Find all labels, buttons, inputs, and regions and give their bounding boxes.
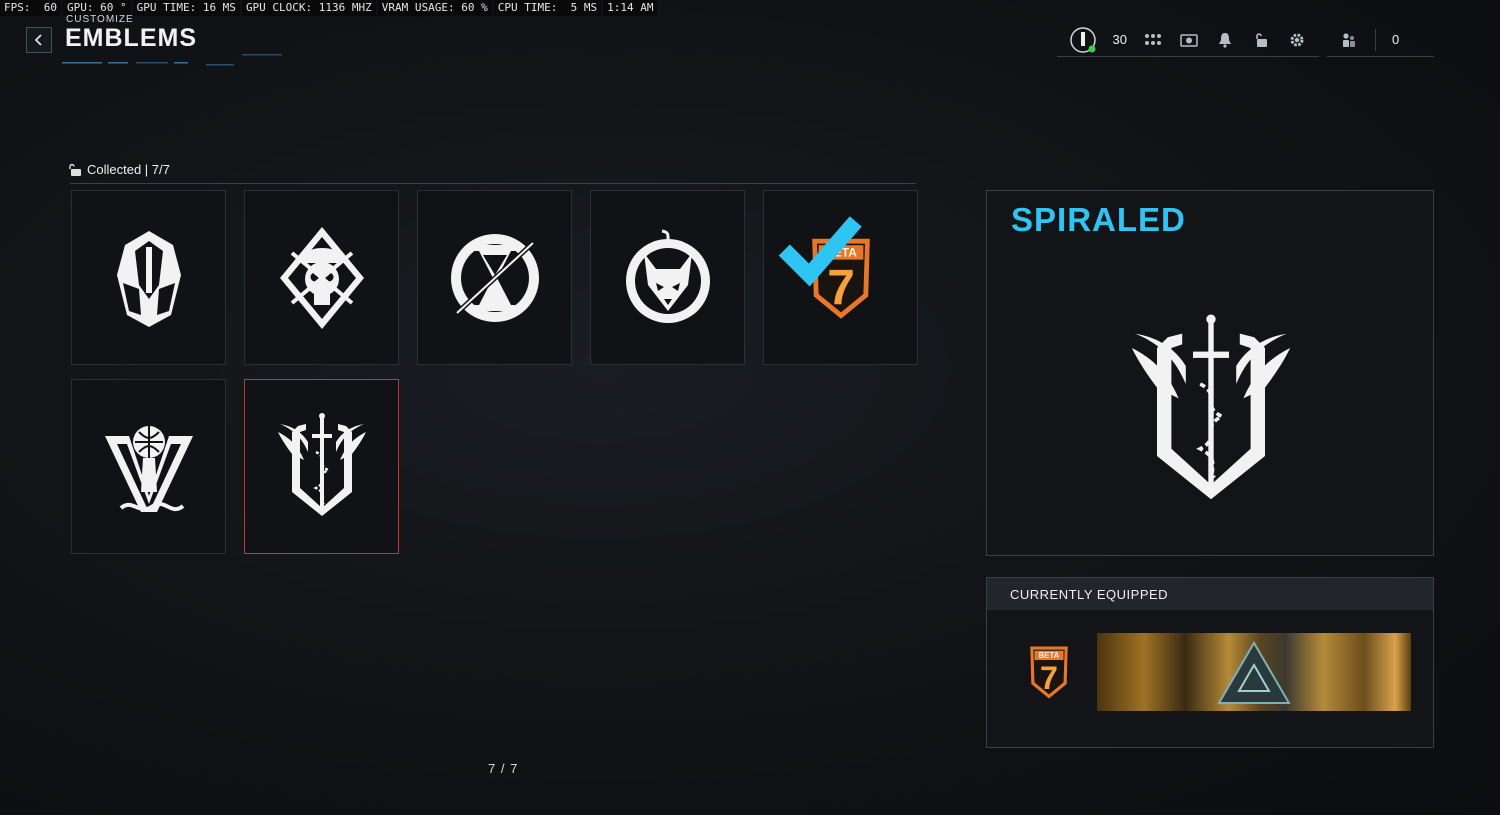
back-button[interactable] [26, 27, 52, 53]
globe-emblem-icon [104, 425, 193, 512]
camera-icon[interactable] [1179, 30, 1199, 50]
winged-sword-emblem-icon [1131, 314, 1291, 500]
bell-icon[interactable] [1215, 30, 1235, 50]
beta7-emblem-icon: BETA 7 [1030, 646, 1068, 699]
hourglass-emblem-icon [450, 233, 539, 322]
apps-grid-icon[interactable] [1143, 30, 1163, 50]
divider [70, 183, 916, 184]
triangle-emblem-icon [1217, 641, 1291, 704]
emblem-name: SPIRALED [1011, 201, 1186, 238]
skull-emblem-icon [279, 226, 364, 329]
cpu-time-readout: CPU TIME: 5 MS [493, 0, 602, 16]
unlock-icon [69, 163, 81, 176]
beta-label: BETA [1039, 651, 1060, 660]
emblem-tile-skull[interactable] [244, 190, 399, 365]
divider [1375, 28, 1376, 51]
emblem-tile-beta7[interactable]: BETA 7 [763, 190, 918, 365]
collected-count: Collected | 7/7 [87, 162, 170, 177]
equipped-header: CURRENTLY EQUIPPED [987, 578, 1433, 610]
beta-number: 7 [1040, 660, 1058, 696]
emblem-detail-panel: SPIRALED [986, 190, 1434, 556]
chevron-left-icon [34, 34, 42, 46]
page-title: EMBLEMS [65, 24, 197, 52]
top-bar: 30 0 [1056, 24, 1434, 57]
unlock-icon[interactable] [1251, 30, 1271, 50]
winged-sword-emblem-icon [277, 412, 366, 516]
status-group: 30 [1056, 24, 1319, 57]
vram-readout: VRAM USAGE: 60 % [377, 0, 492, 16]
collection-header: Collected | 7/7 [68, 162, 170, 177]
pagination: 7 / 7 [488, 761, 519, 776]
emblem-tile-globe[interactable] [71, 379, 226, 554]
emblem-tile-hourglass[interactable] [417, 190, 572, 365]
currently-equipped-panel: CURRENTLY EQUIPPED BETA 7 [986, 577, 1434, 748]
fps-readout: FPS: 60 [0, 0, 61, 16]
emblem-tile-spiraled[interactable] [244, 379, 399, 554]
emblem-tile-wolf[interactable] [590, 190, 745, 365]
emblem-tile-helmet[interactable] [71, 190, 226, 365]
header-decoration [62, 54, 282, 66]
helmet-emblem-icon [116, 230, 181, 327]
equipped-calling-card[interactable] [1097, 633, 1411, 711]
gear-icon[interactable] [1287, 30, 1307, 50]
player-count: 30 [1112, 32, 1127, 47]
check-icon [778, 216, 862, 287]
wolf-emblem-icon [625, 229, 710, 323]
player-status-icon[interactable] [1069, 26, 1097, 54]
party-group: 0 [1327, 24, 1434, 57]
gpu-clock-readout: GPU CLOCK: 1136 MHZ [241, 0, 376, 16]
gpu-time-readout: GPU TIME: 16 MS [132, 0, 240, 16]
clock-readout: 1:14 AM [603, 0, 658, 16]
party-icon[interactable] [1339, 30, 1359, 50]
friends-count: 0 [1392, 32, 1400, 47]
